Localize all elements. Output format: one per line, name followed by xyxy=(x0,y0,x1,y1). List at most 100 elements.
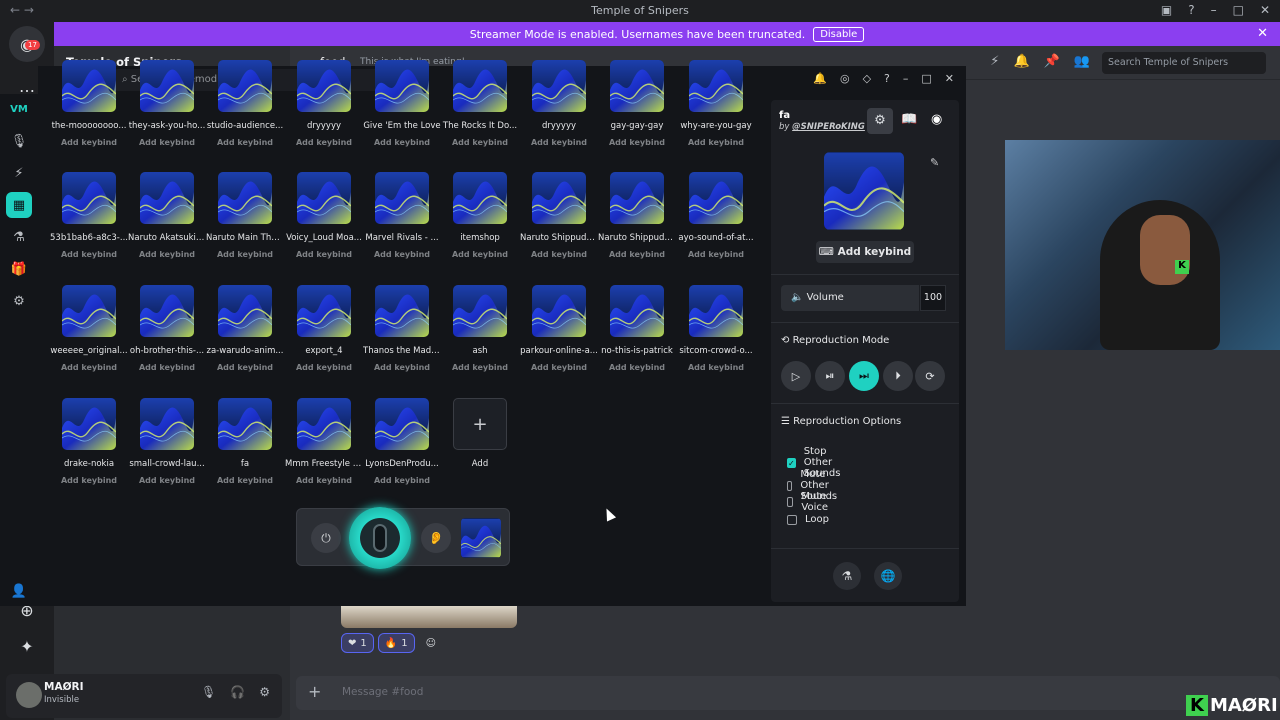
sound-tile[interactable]: ayo-sound-of-at... Add keybind xyxy=(677,172,755,259)
add-keybind-link[interactable]: Add keybind xyxy=(285,363,363,372)
sound-thumbnail[interactable] xyxy=(140,60,194,112)
add-keybind-link[interactable]: Add keybind xyxy=(677,138,755,147)
sound-tile[interactable]: Mmm Freestyle I... Add keybind xyxy=(285,398,363,485)
sound-thumbnail[interactable] xyxy=(140,398,194,450)
add-keybind-link[interactable]: Add keybind xyxy=(128,476,206,485)
sound-thumbnail[interactable] xyxy=(62,285,116,337)
sound-tile[interactable]: export_4 Add keybind xyxy=(285,285,363,372)
add-keybind-link[interactable]: Add keybind xyxy=(598,250,676,259)
sound-tile[interactable]: The Rocks It Do... Add keybind xyxy=(441,60,519,147)
add-keybind-link[interactable]: Add keybind xyxy=(363,363,441,372)
add-keybind-link[interactable]: Add keybind xyxy=(441,250,519,259)
play-next-icon[interactable]: ⏵ xyxy=(883,361,913,391)
add-keybind-link[interactable]: Add keybind xyxy=(206,250,284,259)
members-icon[interactable]: 👥 xyxy=(1074,54,1090,69)
sound-thumbnail[interactable] xyxy=(297,398,351,450)
sound-thumbnail[interactable] xyxy=(218,60,272,112)
sound-tile[interactable]: no-this-is-patrick Add keybind xyxy=(598,285,676,372)
discord-icon[interactable]: ◎ xyxy=(840,72,850,85)
add-keybind-link[interactable]: Add keybind xyxy=(206,363,284,372)
sound-tile[interactable]: sitcom-crowd-o... Add keybind xyxy=(677,285,755,372)
sound-thumbnail[interactable] xyxy=(140,285,194,337)
sound-thumbnail[interactable] xyxy=(610,172,664,224)
sound-thumbnail[interactable] xyxy=(453,285,507,337)
settings-icon[interactable]: ⚙ xyxy=(6,288,32,314)
hear-myself-icon[interactable]: 👂 xyxy=(421,523,451,553)
add-keybind-link[interactable]: Add keybind xyxy=(441,138,519,147)
attach-icon[interactable]: + xyxy=(308,682,321,701)
sound-thumbnail[interactable] xyxy=(218,398,272,450)
current-sound-thumbnail[interactable] xyxy=(461,518,501,558)
sound-thumbnail[interactable] xyxy=(62,60,116,112)
tag-icon[interactable]: ◇ xyxy=(863,72,871,85)
lab-flask-icon[interactable]: ⚗ xyxy=(833,562,861,590)
sound-thumbnail[interactable] xyxy=(610,285,664,337)
help-icon[interactable]: ? xyxy=(884,72,890,85)
effects-icon[interactable]: ⚡ xyxy=(6,160,32,186)
add-keybind-link[interactable]: Add keybind xyxy=(128,250,206,259)
add-reaction-icon[interactable]: ☺ xyxy=(419,633,443,653)
sound-thumbnail[interactable] xyxy=(62,172,116,224)
loop-mode-icon[interactable]: ⟳ xyxy=(915,361,945,391)
sound-thumbnail[interactable] xyxy=(375,285,429,337)
chat-image[interactable] xyxy=(341,606,517,628)
sound-thumbnail[interactable] xyxy=(375,60,429,112)
reaction-heart[interactable]: ❤ 1 xyxy=(341,633,374,653)
sound-thumbnail[interactable] xyxy=(375,398,429,450)
author-link[interactable]: @SNIPERoKING xyxy=(792,122,865,132)
add-keybind-link[interactable]: Add keybind xyxy=(285,476,363,485)
volume-value-input[interactable]: 100 xyxy=(920,285,946,311)
message-input[interactable]: + Message #food xyxy=(296,676,1280,710)
sound-tile[interactable]: they-ask-you-ho... Add keybind xyxy=(128,60,206,147)
sound-tile[interactable]: Give 'Em the Love Add keybind xyxy=(363,60,441,147)
add-keybind-link[interactable]: Add keybind xyxy=(677,363,755,372)
add-keybind-link[interactable]: Add keybind xyxy=(598,138,676,147)
add-keybind-link[interactable]: Add keybind xyxy=(128,138,206,147)
checkbox-icon[interactable] xyxy=(787,497,794,507)
add-keybind-link[interactable]: Add keybind xyxy=(363,138,441,147)
add-sound-tile[interactable]: + Add xyxy=(441,398,519,469)
lab-icon[interactable]: ⚗ xyxy=(6,224,32,250)
mic-icon[interactable]: 🎙 xyxy=(201,685,216,699)
sound-tile[interactable]: Marvel Rivals - ... Add keybind xyxy=(363,172,441,259)
explore-icon[interactable]: ✦ xyxy=(9,628,45,664)
sound-thumbnail[interactable] xyxy=(689,172,743,224)
sound-tile[interactable]: why-are-you-gay Add keybind xyxy=(677,60,755,147)
minimize-icon[interactable]: – xyxy=(1211,3,1217,17)
sound-tile[interactable]: dryyyyy Add keybind xyxy=(285,60,363,147)
option-checkbox[interactable]: Loop xyxy=(787,514,829,525)
store-icon[interactable]: 🎁 xyxy=(6,256,32,282)
power-icon[interactable]: ⏻ xyxy=(311,523,341,553)
reaction-fire[interactable]: 🔥 1 xyxy=(377,633,415,653)
banner-close-icon[interactable]: ✕ xyxy=(1257,26,1268,41)
sound-tile[interactable]: parkour-online-a... Add keybind xyxy=(520,285,598,372)
sound-thumbnail[interactable] xyxy=(532,285,586,337)
book-icon[interactable]: 📖 xyxy=(901,112,917,127)
option-checkbox[interactable]: Mute Voice xyxy=(787,491,832,513)
sound-tile[interactable]: Voicy_Loud Moa... Add keybind xyxy=(285,172,363,259)
sound-thumbnail[interactable] xyxy=(453,60,507,112)
sound-thumbnail[interactable] xyxy=(689,60,743,112)
checkbox-icon[interactable] xyxy=(787,514,797,525)
sound-thumbnail[interactable] xyxy=(297,60,351,112)
add-keybind-link[interactable]: Add keybind xyxy=(206,138,284,147)
add-keybind-link[interactable]: Add keybind xyxy=(363,476,441,485)
close-icon[interactable]: ✕ xyxy=(1260,3,1270,17)
sound-tile[interactable]: fa Add keybind xyxy=(206,398,284,485)
play-overlap-icon[interactable]: ⏭ xyxy=(849,361,879,391)
profile-icon[interactable]: 👤 xyxy=(6,578,32,604)
sound-tile[interactable]: Naruto Shippude... Add keybind xyxy=(520,172,598,259)
voice-changer-icon[interactable]: 🎙 xyxy=(6,128,32,154)
sound-tile[interactable]: Naruto Main The... Add keybind xyxy=(206,172,284,259)
volume-control[interactable]: 🔈 Volume xyxy=(781,285,919,311)
play-restart-icon[interactable]: ▷ xyxy=(781,361,811,391)
sound-tile[interactable]: gay-gay-gay Add keybind xyxy=(598,60,676,147)
add-keybind-link[interactable]: Add keybind xyxy=(441,363,519,372)
add-keybind-button[interactable]: ⌨ Add keybind xyxy=(816,241,914,263)
sound-thumbnail[interactable] xyxy=(375,172,429,224)
sound-thumbnail[interactable] xyxy=(62,398,116,450)
add-keybind-link[interactable]: Add keybind xyxy=(285,138,363,147)
add-icon[interactable]: + xyxy=(453,398,507,450)
sound-tile[interactable]: small-crowd-lau... Add keybind xyxy=(128,398,206,485)
add-keybind-link[interactable]: Add keybind xyxy=(50,363,128,372)
